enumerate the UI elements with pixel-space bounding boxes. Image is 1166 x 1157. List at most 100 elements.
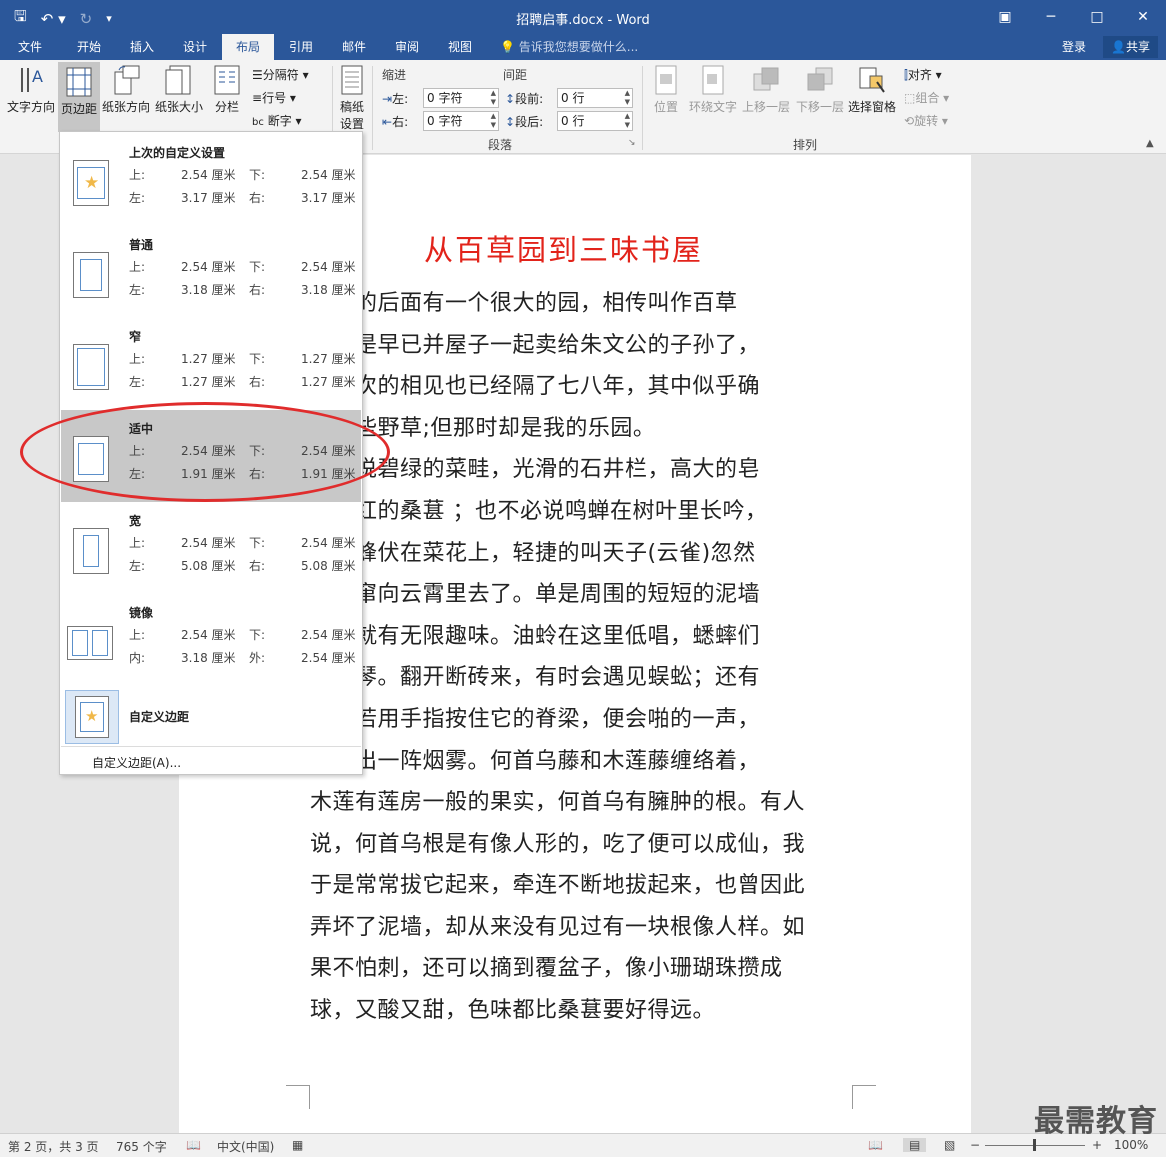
- body-line: 我家的后面有一个很大的园，相传叫作百草: [310, 291, 738, 316]
- custom-margins-link[interactable]: 自定义边距(A)...: [92, 754, 181, 771]
- share-button[interactable]: 👤共享: [1103, 36, 1158, 58]
- bring-forward-button[interactable]: 上移一层: [740, 60, 792, 130]
- web-layout-icon[interactable]: ▧: [944, 1138, 955, 1152]
- preset-name: 窄: [129, 330, 142, 344]
- size-button[interactable]: 纸张大小: [152, 60, 206, 130]
- margin-preset-normal[interactable]: 普通 上: 2.54 厘米 下: 2.54 厘米 左: 3.18 厘米 右: 3.18 厘米: [61, 226, 361, 318]
- custom-margins-option[interactable]: ★ 自定义边距: [61, 686, 361, 748]
- arrange-group-label: 排列: [792, 138, 817, 152]
- zoom-out-icon[interactable]: −: [970, 1138, 980, 1152]
- send-backward-icon: [807, 67, 833, 91]
- body-line: 最末次的相见也已经隔了七八年，其中似乎确: [310, 374, 761, 399]
- spacing-before-icon: ↕: [505, 92, 516, 106]
- body-line: 窍喷出一阵烟雾。何首乌藤和木莲藤缠络着，: [310, 749, 761, 774]
- spacing-after-icon: ↕: [505, 115, 516, 129]
- preset-name: 宽: [129, 514, 142, 528]
- word-count[interactable]: 765 个字: [116, 1138, 167, 1155]
- page-count[interactable]: 第 2 页，共 3 页: [8, 1138, 99, 1155]
- selection-pane-button[interactable]: 选择窗格: [846, 60, 898, 130]
- selection-pane-icon: [859, 67, 885, 93]
- star-icon: ★: [85, 707, 99, 725]
- indent-right-input[interactable]: 0 字符 ▲ ▼: [423, 111, 499, 131]
- position-button[interactable]: 位置: [646, 60, 686, 130]
- draft-paper-icon: [341, 65, 363, 95]
- margin-preset-wide[interactable]: 宽 上: 2.54 厘米 下: 2.54 厘米 左: 5.08 厘米 右: 5.08 厘米: [61, 502, 361, 594]
- breaks-button[interactable]: ☰分隔符 ▾: [252, 66, 309, 83]
- tab-layout[interactable]: 布局: [222, 34, 274, 60]
- hyphenation-button[interactable]: b­c 断字 ▾: [252, 112, 302, 129]
- indent-left-input[interactable]: 0 字符 ▲ ▼: [423, 88, 499, 108]
- read-mode-icon[interactable]: 📖: [868, 1138, 883, 1152]
- margin-preset-mirrored[interactable]: 镜像 上: 2.54 厘米 下: 2.54 厘米 内: 3.18 厘米 外: 2.54 厘米: [61, 594, 361, 686]
- tab-design[interactable]: 设计: [168, 34, 222, 60]
- spacing-before-label: ↕段前:: [505, 92, 544, 106]
- preset-name: 镜像: [129, 606, 154, 620]
- zoom-level[interactable]: 100%: [1114, 1138, 1148, 1152]
- wrap-text-button[interactable]: 环绕文字: [686, 60, 740, 130]
- tab-view[interactable]: 视图: [434, 34, 486, 60]
- spacing-before-input[interactable]: 0 行 ▲ ▼: [557, 88, 633, 108]
- columns-icon: [214, 65, 240, 95]
- star-icon: ★: [84, 173, 100, 193]
- login-link[interactable]: 登录: [1062, 34, 1086, 60]
- group-button[interactable]: ⬚组合 ▾: [904, 89, 949, 106]
- body-line: 间直窜向云霄里去了。单是周围的短短的泥墙: [310, 582, 761, 607]
- tell-me-box[interactable]: 💡 告诉我您想要做什么...: [500, 34, 638, 60]
- margin-corner-mark: [286, 1085, 310, 1109]
- margin-corner-mark: [852, 1085, 876, 1109]
- text-direction-button[interactable]: A 文字方向: [4, 60, 58, 130]
- tell-me-text: 告诉我您想要做什么...: [518, 40, 639, 54]
- paragraph-group-label: 段落: [487, 138, 512, 152]
- size-label: 纸张大小: [154, 100, 203, 114]
- minimize-button[interactable]: ─: [1028, 0, 1074, 34]
- language-indicator[interactable]: 中文(中国): [217, 1138, 274, 1155]
- draft-settings-button[interactable]: 稿纸 设置: [336, 60, 368, 132]
- vertical-scrollbar[interactable]: [1150, 155, 1166, 1133]
- zoom-in-icon[interactable]: +: [1092, 1138, 1102, 1152]
- columns-button[interactable]: 分栏: [208, 60, 246, 130]
- collapse-ribbon-icon[interactable]: ▲: [1146, 138, 1154, 149]
- line-numbers-button[interactable]: ≡行号 ▾: [252, 89, 296, 106]
- tab-home[interactable]: 开始: [62, 34, 116, 60]
- proofing-icon[interactable]: 📖: [186, 1138, 201, 1152]
- ribbon-tabs: 文件 开始 插入 设计 布局 引用 邮件 审阅 视图 💡 告诉我您想要做什么..…: [0, 34, 1166, 60]
- tab-mailings[interactable]: 邮件: [328, 34, 380, 60]
- watermark-logo: 最需教育: [1034, 1104, 1158, 1139]
- wrap-text-label: 环绕文字: [688, 100, 737, 114]
- paragraph-dialog-launcher-icon[interactable]: ↘: [628, 138, 636, 148]
- margin-preset-narrow[interactable]: 窄 上: 1.27 厘米 下: 1.27 厘米 左: 1.27 厘米 右: 1.27 厘米: [61, 318, 361, 410]
- margins-button[interactable]: 页边距: [58, 62, 100, 132]
- tab-file[interactable]: 文件: [8, 34, 52, 60]
- dropdown-divider: [61, 746, 361, 747]
- group-icon: ⬚: [904, 91, 916, 105]
- body-line: 带，就有无限趣味。油蛉在这里低唱，蟋蟀们: [310, 624, 761, 649]
- tab-insert[interactable]: 插入: [116, 34, 168, 60]
- body-line: 不必说碧绿的菜畦，光滑的石井栏，高大的皂: [310, 457, 761, 482]
- spacing-label: 间距: [503, 68, 528, 82]
- close-button[interactable]: ✕: [1120, 0, 1166, 34]
- margin-preset-last-custom[interactable]: ★ 上次的自定义设置 上: 2.54 厘米 下: 2.54 厘米 左: 3.17 厘米右…: [61, 134, 361, 226]
- align-button[interactable]: ⫿对齐 ▾: [904, 66, 942, 83]
- body-line: ，倘若用手指按住它的脊梁，便会啪的一声，: [310, 707, 761, 732]
- orientation-button[interactable]: 纸张方向: [100, 60, 152, 130]
- document-title: 从百草园到三味书屋: [424, 233, 704, 267]
- maximize-button[interactable]: □: [1074, 0, 1120, 34]
- send-backward-label: 下移一层: [795, 100, 844, 114]
- tab-review[interactable]: 审阅: [380, 34, 434, 60]
- spacing-after-input[interactable]: 0 行 ▲ ▼: [557, 111, 633, 131]
- body-line: 里弹琴。翻开断砖来，有时会遇见蜈蚣；还有: [310, 665, 761, 690]
- macro-icon[interactable]: ▦: [292, 1138, 303, 1152]
- rotate-label: 旋转: [914, 114, 939, 128]
- ribbon-display-options-icon[interactable]: ▣: [982, 0, 1028, 34]
- margin-preview-icon: ★: [73, 160, 109, 206]
- rotate-button[interactable]: ⟲旋转 ▾: [904, 112, 948, 129]
- tab-references[interactable]: 引用: [274, 34, 328, 60]
- rotate-icon: ⟲: [904, 114, 915, 128]
- indent-left-label: ⇥左:: [382, 92, 409, 106]
- mirrored-preview-icon: [67, 626, 113, 660]
- zoom-slider-thumb[interactable]: [1033, 1139, 1036, 1151]
- wrap-text-icon: [702, 65, 724, 95]
- print-layout-icon[interactable]: ▤: [903, 1138, 927, 1152]
- line-numbers-label: 行号: [262, 91, 287, 105]
- send-backward-button[interactable]: 下移一层: [794, 60, 846, 130]
